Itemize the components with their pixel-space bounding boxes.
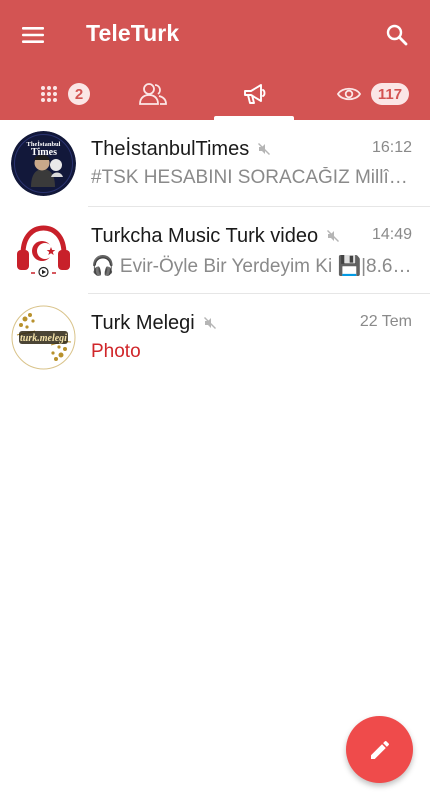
app-title: TeleTurk [86,20,180,46]
top-bar: TeleTurk [0,0,430,68]
muted-icon [203,316,217,330]
avatar: turk.melegi [11,305,76,370]
chat-name: TheİstanbulTimes [91,137,250,160]
chat-preview: Photo [91,341,141,362]
tab-all-chats[interactable]: 2 [30,68,100,120]
chat-preview: 🎧 Evir-Öyle Bir Yerdeyim Ki 💾|8.6 MB [91,256,412,277]
megaphone-icon [244,84,266,104]
compose-button[interactable] [346,716,413,783]
search-button[interactable] [378,16,416,54]
menu-icon [22,27,44,43]
avatar-text-bottom: Times [31,147,57,158]
view-count-badge: 117 [370,83,410,105]
unread-count-badge: 2 [67,83,91,105]
tab-contacts[interactable] [128,68,178,120]
muted-icon [257,142,271,156]
chat-list: Theİstanbul Times TheİstanbulTimes 16:12… [0,120,430,381]
search-icon [386,24,408,46]
menu-button[interactable] [14,16,52,54]
chat-item[interactable]: Turkcha Music Turk video 14:49 🎧 Evir-Öy… [0,207,430,294]
app-screen: TeleTurk 2 117 Theİstanbul Times Theİsta… [0,0,430,800]
pencil-icon [370,740,389,759]
avatar-text: turk.melegi [20,333,67,344]
chat-time: 22 Tem [359,313,412,330]
tab-channels[interactable] [230,68,280,120]
contacts-icon [139,83,167,105]
app-header: TeleTurk 2 117 [0,0,430,120]
chat-title-row: TheİstanbulTimes [91,136,412,162]
chat-time: 16:12 [371,139,412,156]
avatar: Theİstanbul Times [11,131,76,196]
chat-preview: #TSK HESABINI SORACAĞIZ Millî Savunma... [91,167,412,188]
chat-title-row: Turkcha Music Turk video [91,223,412,249]
muted-icon [326,229,340,243]
avatar [11,218,76,283]
apps-grid-icon [40,86,57,102]
chat-name: Turk Melegi [91,311,195,334]
chat-time: 14:49 [371,226,412,243]
chat-name: Turkcha Music Turk video [91,224,319,247]
chat-item[interactable]: Theİstanbul Times TheİstanbulTimes 16:12… [0,120,430,207]
eye-icon [336,87,361,101]
tab-viewed[interactable]: 117 [332,68,414,120]
chat-item[interactable]: turk.melegi Turk Melegi 22 Tem Photo [0,294,430,381]
tab-bar: 2 117 [0,68,430,120]
